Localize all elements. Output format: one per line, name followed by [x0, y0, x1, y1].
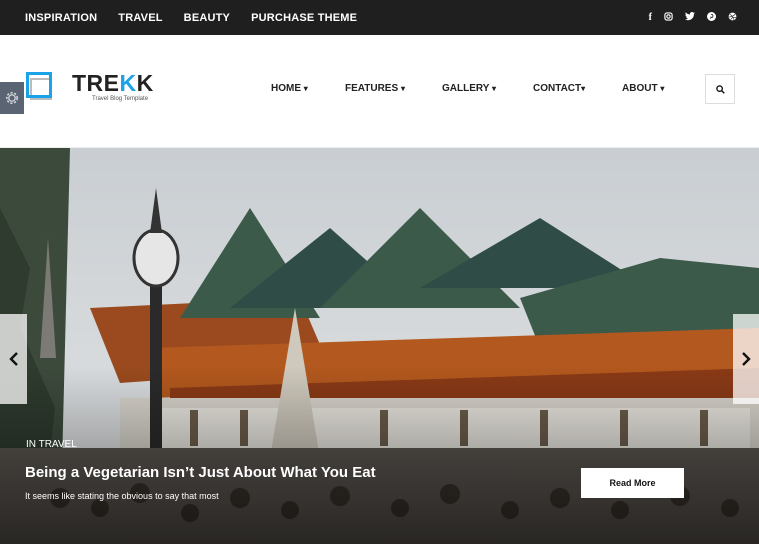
- chevron-right-icon: [742, 352, 751, 366]
- nav-contact[interactable]: CONTACT▾: [533, 83, 585, 94]
- top-bar: INSPIRATION TRAVEL BEAUTY PURCHASE THEME…: [0, 0, 759, 35]
- slider-next-button[interactable]: [733, 314, 759, 404]
- hero-title[interactable]: Being a Vegetarian Isn’t Just About What…: [25, 464, 376, 481]
- settings-toggle[interactable]: [0, 82, 24, 114]
- gear-icon: [6, 92, 18, 104]
- logo-tagline: Travel Blog Template: [92, 96, 149, 102]
- search-button[interactable]: [705, 74, 735, 104]
- logo-wordmark: TREKK: [72, 70, 154, 96]
- search-icon: [715, 84, 725, 94]
- nav-features[interactable]: FEATURES ▾: [345, 83, 405, 94]
- top-link-purchase-theme[interactable]: PURCHASE THEME: [251, 12, 357, 24]
- read-more-button[interactable]: Read More: [581, 468, 684, 498]
- chevron-left-icon: [8, 352, 18, 366]
- hero-excerpt: It seems like stating the obvious to say…: [25, 491, 219, 501]
- nav-home[interactable]: HOME ▾: [271, 83, 308, 94]
- top-link-beauty[interactable]: BEAUTY: [184, 12, 230, 24]
- chevron-down-icon: ▾: [660, 84, 665, 93]
- chevron-down-icon: ▾: [581, 84, 586, 93]
- instagram-icon[interactable]: [664, 12, 673, 23]
- social-links: f: [649, 0, 737, 35]
- site-logo[interactable]: TREKK Travel Blog Template: [26, 70, 156, 110]
- top-nav: INSPIRATION TRAVEL BEAUTY PURCHASE THEME: [25, 0, 378, 35]
- top-link-inspiration[interactable]: INSPIRATION: [25, 12, 97, 24]
- nav-gallery[interactable]: GALLERY ▾: [442, 83, 496, 94]
- hero-category[interactable]: IN TRAVEL: [26, 439, 77, 450]
- logo-mark-front: [26, 72, 52, 98]
- chevron-down-icon: ▾: [303, 84, 308, 93]
- slider-prev-button[interactable]: [0, 314, 27, 404]
- chevron-down-icon: ▾: [492, 84, 497, 93]
- dribbble-icon[interactable]: [728, 12, 737, 23]
- facebook-icon[interactable]: f: [649, 12, 652, 23]
- chevron-down-icon: ▾: [400, 84, 405, 93]
- nav-about[interactable]: ABOUT ▾: [622, 83, 664, 94]
- pinterest-icon[interactable]: [707, 12, 716, 23]
- twitter-icon[interactable]: [685, 12, 695, 23]
- top-link-travel[interactable]: TRAVEL: [118, 12, 162, 24]
